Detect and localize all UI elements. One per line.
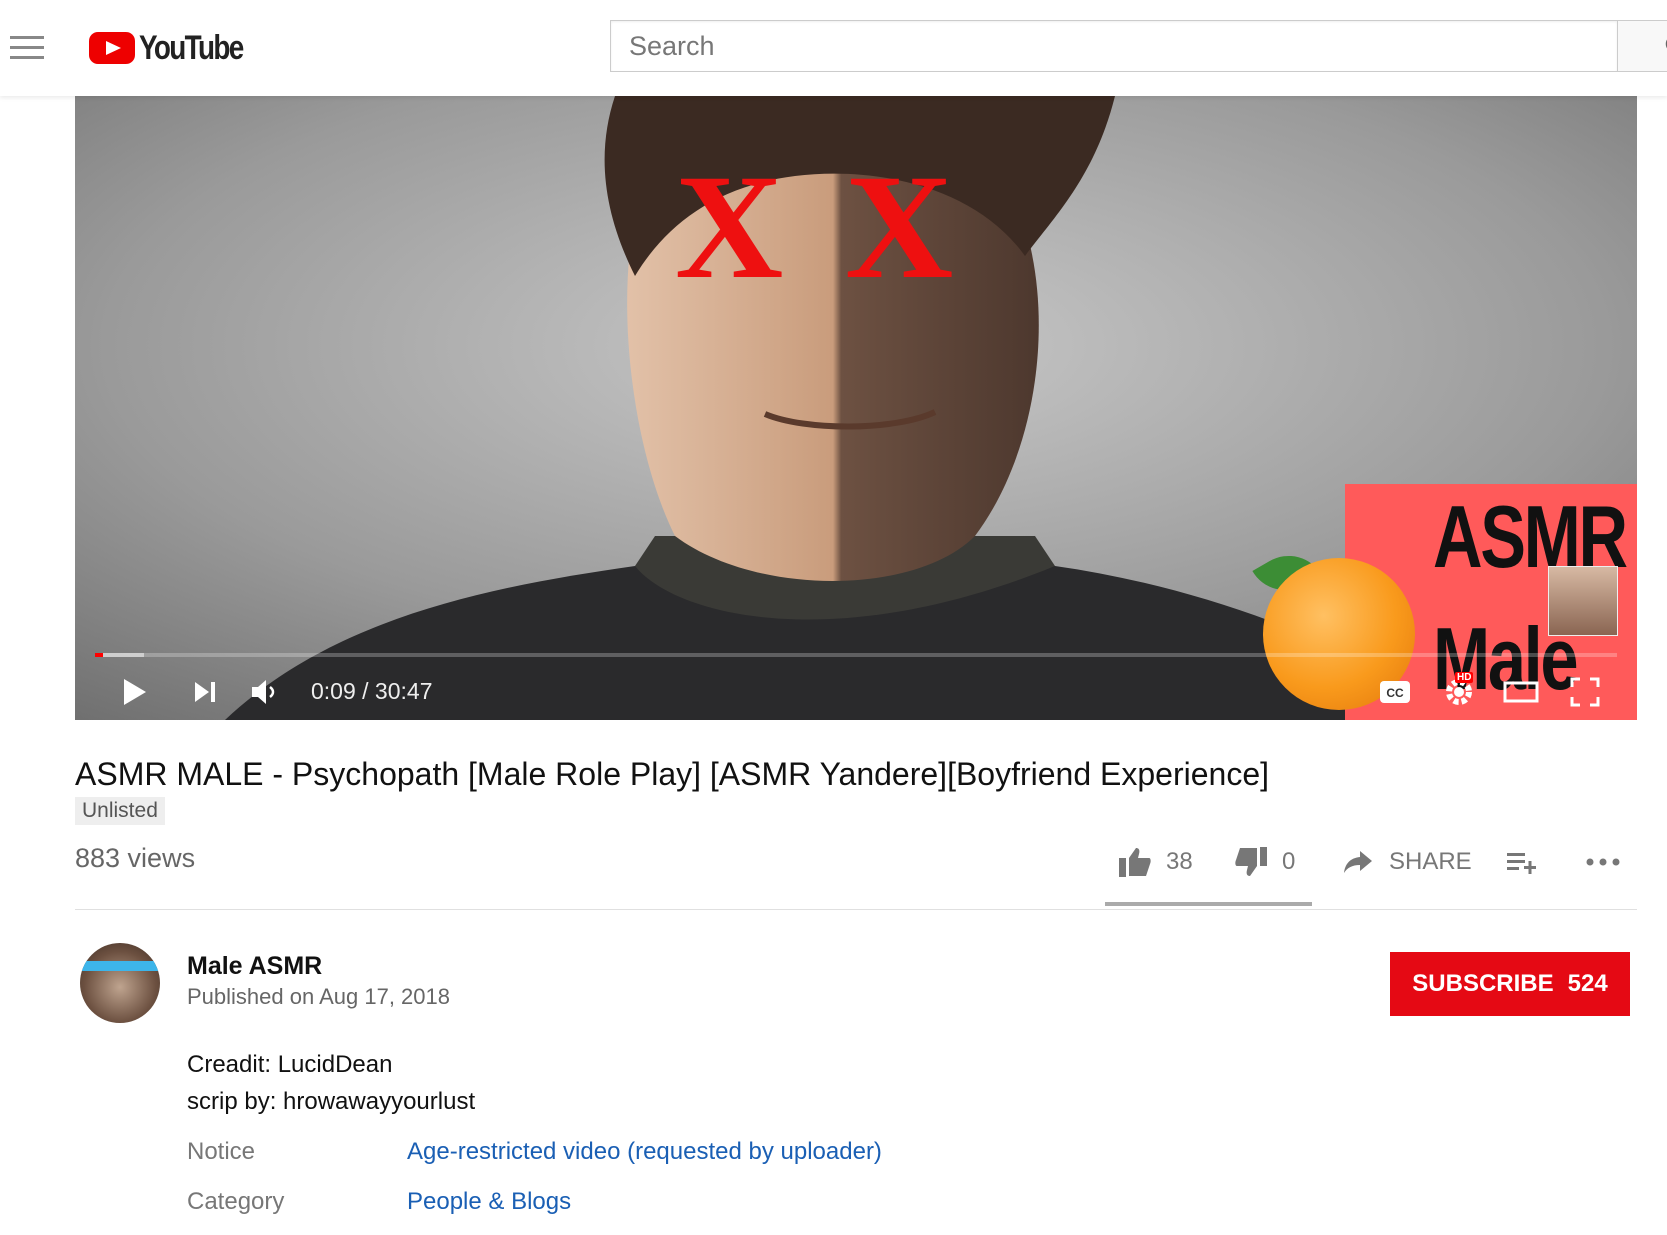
menu-icon[interactable]	[10, 36, 44, 60]
sentiment-bar	[1105, 902, 1312, 906]
more-actions-button[interactable]	[1586, 840, 1620, 884]
notice-label: Notice	[187, 1138, 256, 1165]
theater-mode-icon	[1503, 681, 1539, 703]
dislike-button[interactable]: 0	[1234, 840, 1295, 884]
settings-button[interactable]: HD	[1439, 672, 1479, 712]
play-button[interactable]	[115, 672, 155, 712]
like-button[interactable]: 38	[1118, 840, 1193, 884]
description-line: scrip by: hrowawayyourlust	[187, 1088, 476, 1115]
cc-icon: CC	[1380, 681, 1410, 703]
fullscreen-icon	[1570, 677, 1600, 707]
top-bar: YouTube	[0, 0, 1667, 96]
youtube-play-logo-icon	[89, 32, 135, 64]
category-label: Category	[187, 1188, 285, 1215]
logo-text: YouTube	[139, 28, 244, 67]
subscribe-button[interactable]: SUBSCRIBE 524	[1390, 952, 1630, 1016]
progress-played	[95, 653, 103, 657]
svg-text:CC: CC	[1386, 686, 1404, 700]
unlisted-badge: Unlisted	[75, 797, 165, 825]
volume-icon	[252, 680, 275, 704]
thumbs-up-icon	[1119, 848, 1151, 877]
search-input[interactable]	[610, 20, 1618, 72]
publish-date: Published on Aug 17, 2018	[187, 984, 451, 1009]
playlist-add-icon	[1507, 853, 1536, 874]
youtube-logo[interactable]: YouTube	[89, 28, 265, 67]
channel-name[interactable]: Male ASMR	[187, 952, 322, 981]
add-to-playlist-button[interactable]	[1506, 840, 1538, 884]
progress-bar[interactable]	[95, 653, 1617, 657]
dislike-count: 0	[1282, 848, 1296, 875]
theater-mode-button[interactable]	[1499, 672, 1543, 712]
notice-link[interactable]: Age-restricted video (requested by uploa…	[407, 1138, 882, 1166]
share-button[interactable]: SHARE	[1343, 840, 1472, 884]
hd-badge: HD	[1455, 672, 1474, 683]
search-button[interactable]	[1618, 20, 1667, 72]
category-link[interactable]: People & Blogs	[407, 1188, 571, 1216]
next-button[interactable]	[185, 672, 225, 712]
thumbs-down-icon	[1235, 847, 1267, 876]
share-arrow-icon	[1344, 851, 1372, 873]
red-x-mark: X	[675, 144, 784, 310]
like-count: 38	[1166, 848, 1193, 875]
fullscreen-button[interactable]	[1563, 672, 1607, 712]
avatar-band	[80, 961, 160, 971]
view-count: 883 views	[75, 843, 196, 873]
video-title: ASMR MALE - Psychopath [Male Role Play] …	[75, 756, 1270, 792]
captions-button[interactable]: CC	[1375, 672, 1415, 712]
volume-button[interactable]	[245, 672, 285, 712]
subscriber-count: 524	[1567, 970, 1608, 997]
description-line: Creadit: LucidDean	[187, 1051, 393, 1078]
video-player[interactable]: X X ASMR Male 0:09 / 30:47 CC HD	[75, 96, 1637, 720]
red-x-mark: X	[845, 144, 954, 310]
channel-avatar[interactable]	[80, 943, 160, 1023]
time-display: 0:09 / 30:47	[311, 678, 433, 704]
search-bar	[610, 20, 1667, 76]
share-label: SHARE	[1389, 848, 1472, 875]
play-icon	[124, 679, 146, 705]
channel-watermark[interactable]	[1548, 566, 1618, 636]
more-horizontal-icon	[1586, 858, 1620, 866]
skip-next-icon	[195, 682, 215, 702]
subscribe-label: SUBSCRIBE	[1412, 970, 1554, 997]
divider	[75, 909, 1637, 910]
